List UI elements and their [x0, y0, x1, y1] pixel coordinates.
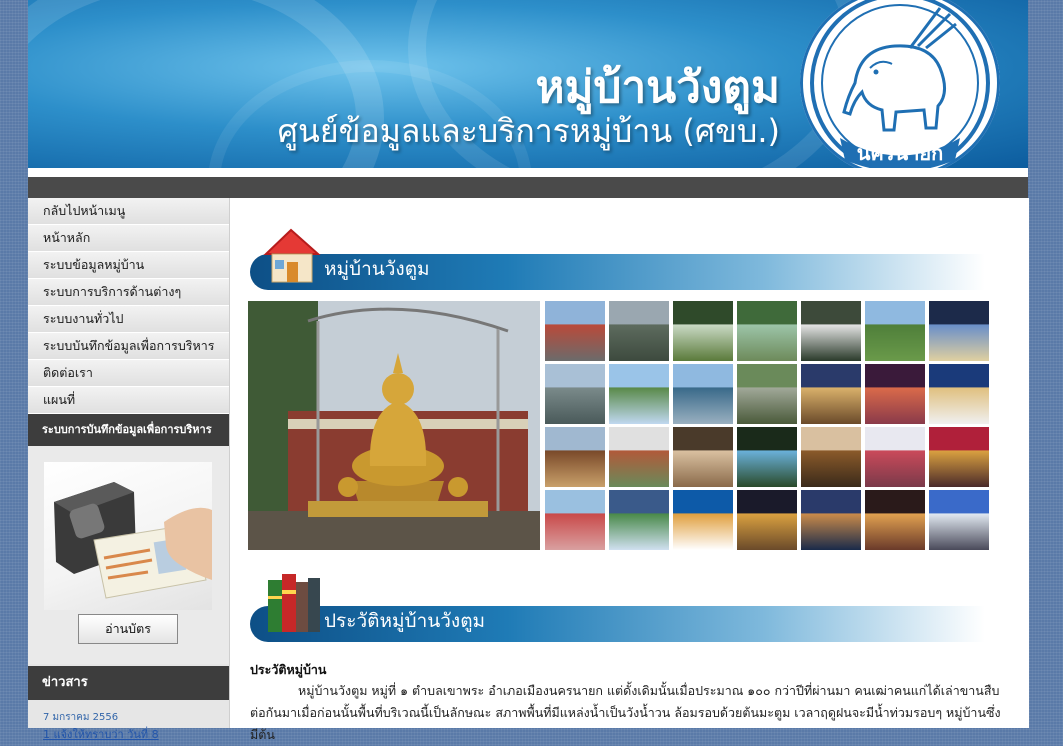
- read-card-button[interactable]: อ่านบัตร: [78, 614, 178, 644]
- photo-thumbnail[interactable]: [865, 427, 925, 487]
- menu-item-admin-records[interactable]: ระบบบันทึกข้อมูลเพื่อการบริหาร: [28, 333, 229, 360]
- photo-thumbnail[interactable]: [865, 490, 925, 550]
- seal-text: นครนายก: [857, 141, 944, 165]
- menu-item-general[interactable]: ระบบงานทั่วไป: [28, 306, 229, 333]
- photo-thumbnail[interactable]: [929, 427, 989, 487]
- section-title-village: หมู่บ้านวังตูม: [324, 258, 430, 280]
- photo-thumbnail[interactable]: [545, 427, 605, 487]
- books-icon: [268, 574, 320, 632]
- news-date: 7 มกราคม 2556: [43, 712, 119, 723]
- featured-photo-buddha[interactable]: [248, 301, 540, 550]
- house-icon: [263, 228, 321, 283]
- photo-thumbnail[interactable]: [801, 364, 861, 424]
- photo-thumbnail[interactable]: [737, 490, 797, 550]
- main-content: หมู่บ้านวังตูม ประวัติหมู่บ้านวังตูม ประ…: [229, 198, 1029, 742]
- photo-thumbnail[interactable]: [801, 490, 861, 550]
- page-wrapper: หมู่บ้านวังตูม ศูนย์ข้อมูลและบริการหมู่บ…: [28, 0, 1029, 742]
- top-nav-bar: [28, 177, 1028, 198]
- photo-thumbnail[interactable]: [737, 427, 797, 487]
- photo-thumbnail[interactable]: [673, 301, 733, 361]
- header-banner: หมู่บ้านวังตูม ศูนย์ข้อมูลและบริการหมู่บ…: [28, 0, 1028, 168]
- card-reader-image: [44, 462, 212, 610]
- card-reader-panel: อ่านบัตร: [28, 446, 229, 664]
- photo-thumbnail-grid: [545, 301, 990, 551]
- news-heading: ข่าวสาร: [28, 666, 229, 700]
- province-seal-logo: นครนายก: [800, 0, 1000, 168]
- record-section-heading: ระบบการบันทึกข้อมูลเพื่อการบริหาร: [28, 414, 229, 446]
- photo-thumbnail[interactable]: [929, 364, 989, 424]
- photo-thumbnail[interactable]: [609, 301, 669, 361]
- menu-item-map[interactable]: แผนที่: [28, 387, 229, 414]
- photo-thumbnail[interactable]: [865, 364, 925, 424]
- photo-thumbnail[interactable]: [673, 427, 733, 487]
- menu-item-village-data[interactable]: ระบบข้อมูลหมู่บ้าน: [28, 252, 229, 279]
- sidebar: กลับไปหน้าเมนู หน้าหลัก ระบบข้อมูลหมู่บ้…: [28, 198, 229, 741]
- site-subtitle: ศูนย์ข้อมูลและบริการหมู่บ้าน (ศขบ.): [277, 112, 780, 150]
- section-heading-history: ประวัติหมู่บ้านวังตูม: [250, 570, 985, 642]
- history-paragraph: หมู่บ้านวังตูม หมู่ที่ ๑ ตำบลเขาพระ อำเภ…: [250, 683, 1001, 742]
- menu-item-services[interactable]: ระบบการบริการด้านต่างๆ: [28, 279, 229, 306]
- photo-thumbnail[interactable]: [609, 364, 669, 424]
- photo-thumbnail[interactable]: [737, 364, 797, 424]
- photo-thumbnail[interactable]: [801, 301, 861, 361]
- photo-thumbnail[interactable]: [609, 427, 669, 487]
- photo-thumbnail[interactable]: [673, 490, 733, 550]
- photo-thumbnail[interactable]: [801, 427, 861, 487]
- photo-thumbnail[interactable]: [673, 364, 733, 424]
- photo-thumbnail[interactable]: [737, 301, 797, 361]
- section-heading-village: หมู่บ้านวังตูม: [250, 226, 985, 290]
- photo-thumbnail[interactable]: [865, 301, 925, 361]
- menu-item-contact[interactable]: ติดต่อเรา: [28, 360, 229, 387]
- section-title-history: ประวัติหมู่บ้านวังตูม: [324, 610, 486, 632]
- photo-thumbnail[interactable]: [929, 490, 989, 550]
- photo-thumbnail[interactable]: [545, 301, 605, 361]
- history-heading: ประวัติหมู่บ้าน: [250, 662, 327, 677]
- photo-thumbnail[interactable]: [929, 301, 989, 361]
- photo-thumbnail[interactable]: [609, 490, 669, 550]
- photo-thumbnail[interactable]: [545, 490, 605, 550]
- menu-item-back[interactable]: กลับไปหน้าเมนู: [28, 198, 229, 225]
- menu-item-home[interactable]: หน้าหลัก: [28, 225, 229, 252]
- photo-thumbnail[interactable]: [545, 364, 605, 424]
